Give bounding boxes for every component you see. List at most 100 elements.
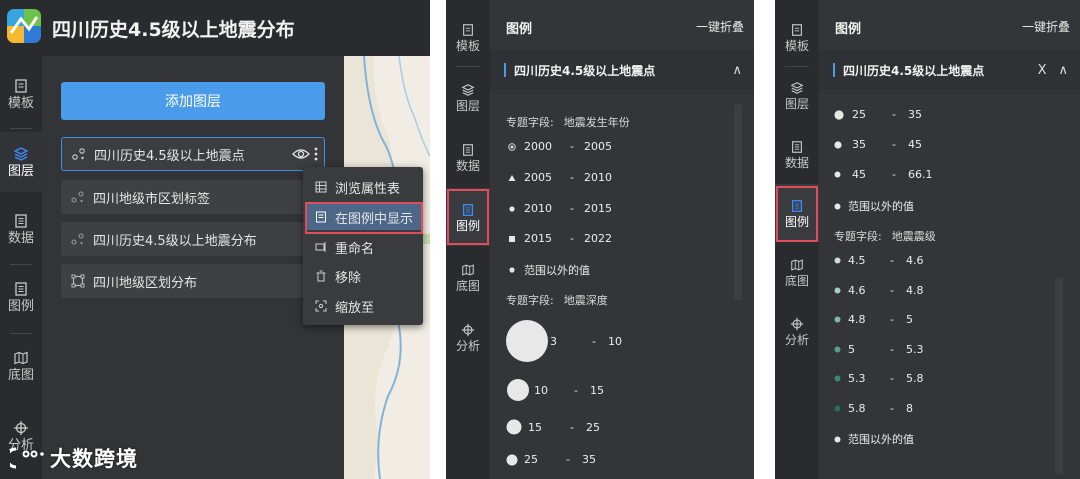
menu-item-label: 重命名 (335, 241, 375, 257)
legend-row: 5-5.3 (834, 343, 924, 356)
more-vertical-icon[interactable] (314, 147, 318, 161)
field-value: 地震深度 (563, 294, 608, 307)
nav-item-analysis[interactable]: 分析 (775, 302, 819, 360)
out-of-range-label: 范围以外的值 (848, 433, 914, 446)
field-label: 专题字段: (506, 116, 554, 129)
scrollbar[interactable] (734, 104, 742, 300)
collapse-all-button[interactable]: 一键折叠 (1022, 18, 1070, 35)
dot-symbol-icon (834, 203, 848, 210)
nav-item-basemap[interactable]: 底图 (446, 248, 490, 306)
layer-name: 四川历史4.5级以上地震分布 (93, 233, 257, 249)
close-icon[interactable]: X (1038, 63, 1047, 78)
layers-icon (790, 81, 804, 94)
nav-item-template[interactable]: 模板 (775, 8, 819, 66)
dot-symbol-icon (506, 205, 518, 213)
menu-item-rename[interactable]: 重命名 (305, 234, 421, 260)
layer-name: 四川历史4.5级以上地震点 (94, 148, 245, 164)
range-low: 35 (852, 138, 866, 151)
legend-layer-header[interactable]: 四川历史4.5级以上地震点 ∧ (490, 50, 754, 90)
range-high: 10 (608, 334, 622, 348)
nav-item-legend[interactable]: 图例 (0, 267, 42, 327)
nav-label: 模板 (784, 38, 809, 53)
menu-item-remove[interactable]: 移除 (305, 263, 421, 289)
range-low: 10 (534, 383, 548, 397)
polygon-layer-icon (69, 274, 87, 288)
legend-row-out-of-range: 范围以外的值 (506, 262, 590, 278)
range-high: 35 (908, 108, 922, 121)
legend-panel-1: 模板 图层 数据 图例 底图 分析 图例 一键折叠 四川历史4.5级以上地震点 (446, 0, 754, 479)
analysis-icon (790, 317, 804, 330)
layer-name: 四川地级市区划标签 (93, 191, 211, 207)
zoom-to-icon (313, 300, 329, 312)
eye-icon[interactable] (292, 147, 310, 161)
layer-item[interactable]: 四川历史4.5级以上地震点 (61, 137, 325, 171)
range-high: 45 (908, 138, 922, 151)
legend-pane: 图例 一键折叠 四川历史4.5级以上地震点 X ∧ 25-35 35-45 45… (819, 0, 1080, 479)
chevron-up-icon[interactable]: ∧ (1058, 63, 1068, 78)
legend-row: 5.8-8 (834, 402, 913, 415)
nav-label: 数据 (784, 155, 809, 170)
nav-label: 图层 (784, 96, 809, 111)
data-icon (792, 140, 802, 153)
chevron-up-icon[interactable]: ∧ (732, 63, 742, 78)
square-symbol-icon (506, 235, 518, 243)
nav-item-template[interactable]: 模板 (0, 64, 42, 124)
range-high: 2010 (584, 171, 612, 184)
layer-context-menu: 浏览属性表 在图例中显示 重命名 移除 缩放至 (303, 167, 423, 325)
layer-item[interactable]: 四川地级市区划标签 (61, 180, 325, 214)
app-title: 四川历史4.5级以上地震分布 (52, 19, 295, 41)
highlight-box (447, 189, 489, 245)
rename-icon (313, 241, 329, 253)
range-low: 25 (852, 108, 866, 121)
nav-divider (10, 264, 32, 265)
nav-item-data[interactable]: 数据 (0, 199, 42, 259)
size-circle-symbol-icon (506, 378, 534, 402)
nav-item-layers[interactable]: 图层 (0, 132, 42, 192)
template-icon (15, 79, 27, 93)
nav-item-analysis[interactable]: 分析 (446, 308, 490, 366)
nav-item-layers[interactable]: 图层 (446, 68, 490, 126)
size-circle-symbol-icon (834, 140, 852, 149)
nav-item-template[interactable]: 模板 (446, 8, 490, 66)
circle-dot-symbol-icon (506, 142, 518, 151)
range-low: 15 (528, 420, 542, 434)
analysis-icon (461, 323, 475, 336)
menu-item-view-attributes[interactable]: 浏览属性表 (305, 174, 421, 200)
menu-item-zoom-to[interactable]: 缩放至 (305, 293, 421, 319)
nav-label: 分析 (455, 338, 480, 353)
basemap-icon (462, 263, 474, 276)
dot-symbol-icon (506, 266, 518, 274)
triangle-symbol-icon (506, 174, 518, 182)
range-high: 35 (582, 453, 596, 466)
highlight-box (305, 202, 423, 234)
layer-name: 四川地级区划分布 (93, 275, 198, 291)
layer-item[interactable]: 四川地级区划分布 (61, 264, 325, 298)
nav-item-basemap[interactable]: 底图 (775, 243, 819, 301)
scrollbar[interactable] (1055, 278, 1063, 474)
range-high: 5.3 (906, 343, 924, 356)
range-low: 5 (848, 343, 855, 356)
legend-panel-2: 模板 图层 数据 图例 底图 分析 图例 一键折叠 四川历史4.5级以上地震点 (775, 0, 1080, 479)
point-layer-icon (70, 147, 88, 161)
legend-row: 25-35 (506, 453, 596, 466)
range-high: 66.1 (908, 168, 933, 181)
range-low: 2000 (524, 140, 552, 153)
layer-item[interactable]: 四川历史4.5级以上地震分布 (61, 222, 325, 256)
range-low: 4.5 (848, 254, 866, 267)
legend-layer-header[interactable]: 四川历史4.5级以上地震点 X ∧ (819, 50, 1080, 90)
collapse-all-button[interactable]: 一键折叠 (696, 18, 744, 35)
nav-divider (10, 333, 32, 334)
nav-item-data[interactable]: 数据 (775, 125, 819, 183)
color-dot-symbol-icon (834, 257, 848, 264)
legend-row: 35-45 (834, 138, 922, 151)
nav-item-data[interactable]: 数据 (446, 128, 490, 186)
range-low: 2015 (524, 232, 552, 245)
add-layer-button[interactable]: 添加图层 (61, 82, 325, 120)
nav-item-layers[interactable]: 图层 (775, 66, 819, 124)
range-high: 5.8 (906, 372, 924, 385)
color-dot-symbol-icon (834, 405, 848, 412)
thematic-field: 专题字段: 地震深度 (506, 292, 608, 308)
nav-item-basemap[interactable]: 底图 (0, 336, 42, 396)
analysis-icon (14, 421, 28, 435)
layers-icon (13, 147, 29, 161)
